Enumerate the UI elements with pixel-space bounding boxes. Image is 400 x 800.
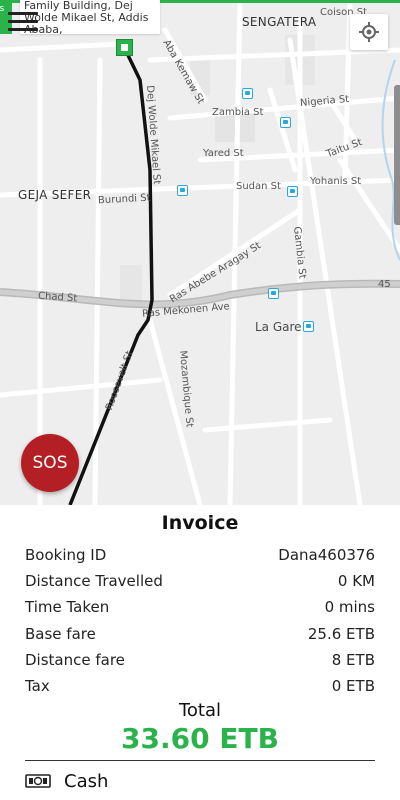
row-value: 8 ETB (331, 650, 375, 669)
invoice-row-booking-id: Booking ID Dana460376 (25, 542, 375, 568)
invoice-rows: Booking ID Dana460376 Distance Travelled… (25, 542, 375, 699)
street-label-zambia: Zambia St (212, 107, 264, 118)
transit-station-icon (268, 288, 279, 299)
total-label: Total (178, 700, 222, 721)
area-label-geja-sefer: GEJA SEFER (18, 188, 92, 202)
sos-button[interactable]: SOS (21, 434, 79, 492)
transit-station-icon (242, 88, 253, 99)
map-view[interactable]: SENGATERA GEJA SEFER La Gare Coison St A… (0, 0, 400, 505)
row-value: 0 KM (337, 572, 375, 591)
invoice-title: Invoice (161, 512, 239, 534)
invoice-row-time: Time Taken 0 mins (25, 594, 375, 620)
payment-method[interactable]: Cash (25, 768, 108, 794)
my-location-button[interactable] (350, 14, 388, 50)
row-label: Tax (25, 677, 50, 696)
status-tab-text: ls (0, 4, 5, 14)
row-label: Distance fare (25, 650, 125, 669)
cash-icon (25, 774, 51, 788)
transit-station-icon (280, 117, 291, 128)
row-label: Time Taken (25, 598, 110, 617)
divider (25, 760, 375, 761)
invoice-row-tax: Tax 0 ETB (25, 673, 375, 699)
payment-method-label: Cash (64, 770, 109, 792)
row-value: Dana460376 (278, 546, 375, 565)
invoice-row-distance-fare: Distance fare 8 ETB (25, 647, 375, 673)
row-value: 0 ETB (331, 677, 375, 696)
row-label: Booking ID (25, 546, 107, 565)
total-amount: 33.60 ETB (121, 722, 279, 755)
map-roads (0, 0, 400, 505)
area-label-sengatera: SENGATERA (242, 15, 317, 29)
transit-station-icon (177, 185, 188, 196)
route-number-label: 45 (378, 279, 391, 290)
pickup-address-text: Family Building, Dej Wolde Mikael St, Ad… (24, 0, 149, 34)
invoice-row-base-fare: Base fare 25.6 ETB (25, 621, 375, 647)
invoice-panel: Invoice Booking ID Dana460376 Distance T… (0, 505, 400, 800)
menu-button[interactable] (8, 12, 38, 38)
pickup-address-card[interactable]: Family Building, Dej Wolde Mikael St, Ad… (20, 0, 160, 34)
street-label-yared: Yared St (203, 148, 244, 159)
crosshair-icon (359, 22, 379, 42)
row-value: 25.6 ETB (307, 624, 375, 643)
transit-station-icon (287, 186, 298, 197)
transit-station-icon (303, 321, 314, 332)
side-panel-handle[interactable] (394, 85, 400, 225)
row-label: Distance Travelled (25, 572, 163, 591)
street-label-yohanis: Yohanis St (310, 176, 362, 187)
invoice-row-distance: Distance Travelled 0 KM (25, 568, 375, 594)
menu-icon (8, 12, 38, 31)
place-label-la-gare: La Gare (255, 320, 302, 334)
pickup-marker (116, 39, 133, 56)
sos-label: SOS (32, 453, 68, 473)
row-label: Base fare (25, 624, 96, 643)
row-value: 0 mins (324, 598, 375, 617)
street-label-sudan: Sudan St (236, 181, 281, 192)
